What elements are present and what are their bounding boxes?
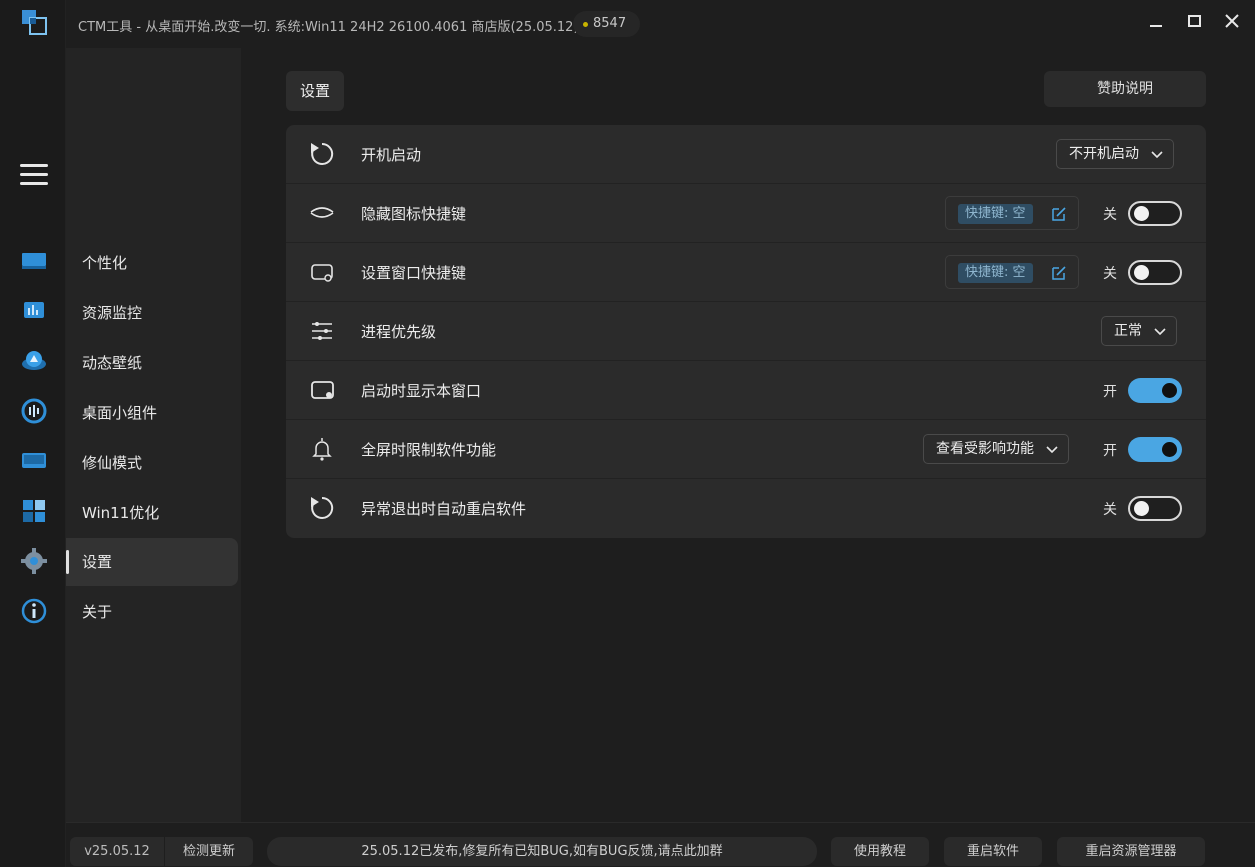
fullscreen-limit-toggle[interactable]	[1128, 437, 1182, 462]
settings-gear-icon[interactable]	[19, 546, 49, 576]
hotkey-value: 快捷键: 空	[958, 263, 1033, 283]
minimize-icon[interactable]	[1141, 8, 1171, 34]
restart-icon	[311, 496, 334, 519]
window-hotkey-icon	[311, 264, 333, 282]
bell-icon	[312, 438, 332, 461]
nav-item-desktop-widgets[interactable]: 桌面小组件	[66, 389, 238, 437]
monitor-chart-icon[interactable]	[19, 296, 49, 326]
chevron-down-icon	[1151, 151, 1163, 159]
nav-item-personalize[interactable]: 个性化	[66, 239, 238, 287]
setting-row-hide-icons-hotkey: 隐藏图标快捷键 快捷键: 空 关	[286, 184, 1206, 243]
tab-settings[interactable]: 设置	[286, 71, 345, 111]
chevron-down-icon	[1046, 446, 1058, 454]
settings-list: 开机启动 不开机启动 隐藏图标快捷键 快捷键: 空 关 设置窗口快捷键 快捷键:…	[286, 125, 1206, 538]
display-icon[interactable]	[19, 246, 49, 276]
nav-item-dynamic-wallpaper[interactable]: 动态壁纸	[66, 339, 238, 387]
title-bar: CTM工具 - 从桌面开始.改变一切. 系统:Win11 24H2 26100.…	[66, 0, 1255, 48]
setting-label: 异常退出时自动重启软件	[361, 500, 527, 518]
startup-icon	[311, 142, 334, 165]
setting-label: 开机启动	[361, 146, 422, 164]
edit-icon[interactable]	[1050, 264, 1068, 282]
menu-icon[interactable]	[20, 164, 48, 188]
version-label: v25.05.12	[70, 837, 164, 866]
close-icon[interactable]	[1217, 8, 1247, 34]
window-dot-icon	[311, 381, 334, 399]
hotkey-field[interactable]: 快捷键: 空	[945, 196, 1079, 230]
nav-item-xiuxian-mode[interactable]: 修仙模式	[66, 439, 238, 487]
hotkey-field[interactable]: 快捷键: 空	[945, 255, 1079, 289]
switch-state-label: 开	[1103, 443, 1117, 459]
restart-app-button[interactable]: 重启软件	[944, 837, 1042, 866]
setting-label: 启动时显示本窗口	[361, 382, 482, 400]
eye-closed-icon	[310, 207, 334, 218]
check-update-button[interactable]: 检测更新	[165, 837, 253, 866]
setting-row-fullscreen-limit: 全屏时限制软件功能 查看受影响功能 开	[286, 420, 1206, 479]
win11-tiles-icon[interactable]	[19, 496, 49, 526]
maximize-icon[interactable]	[1179, 8, 1209, 34]
nav-item-about[interactable]: 关于	[66, 588, 238, 636]
chevron-down-icon	[1154, 328, 1166, 336]
affected-features-select[interactable]: 查看受影响功能	[923, 434, 1069, 464]
edit-icon[interactable]	[1050, 205, 1068, 223]
nav-item-win11-optimize[interactable]: Win11优化	[66, 489, 238, 537]
setting-row-window-hotkey: 设置窗口快捷键 快捷键: 空 关	[286, 243, 1206, 302]
setting-row-show-on-start: 启动时显示本窗口 开	[286, 361, 1206, 420]
nav-item-settings[interactable]: 设置	[66, 538, 238, 586]
footer-bar: v25.05.12 检测更新 25.05.12已发布,修复所有已知BUG,如有B…	[66, 822, 1255, 867]
widget-gauge-icon[interactable]	[19, 396, 49, 426]
sponsor-info-button[interactable]: 赞助说明	[1044, 71, 1206, 107]
main-content: 设置 赞助说明 开机启动 不开机启动 隐藏图标快捷键 快捷键: 空 关 设置窗口…	[241, 48, 1255, 822]
dropdown-value: 查看受影响功能	[936, 441, 1034, 457]
setting-label: 隐藏图标快捷键	[361, 205, 467, 223]
switch-state-label: 关	[1103, 266, 1117, 282]
restart-explorer-button[interactable]: 重启资源管理器	[1057, 837, 1205, 866]
setting-row-auto-restart: 异常退出时自动重启软件 关	[286, 479, 1206, 538]
tutorial-button[interactable]: 使用教程	[831, 837, 929, 866]
nav-item-resource-monitor[interactable]: 资源监控	[66, 289, 238, 337]
window-hotkey-toggle[interactable]	[1128, 260, 1182, 285]
setting-label: 进程优先级	[361, 323, 437, 341]
switch-state-label: 关	[1103, 207, 1117, 223]
about-info-icon[interactable]	[19, 596, 49, 626]
switch-state-label: 关	[1103, 502, 1117, 518]
icon-rail	[0, 0, 66, 867]
process-priority-select[interactable]: 正常	[1101, 316, 1177, 346]
auto-restart-toggle[interactable]	[1128, 496, 1182, 521]
dropdown-value: 不开机启动	[1069, 146, 1139, 162]
dropdown-value: 正常	[1114, 323, 1142, 339]
setting-row-startup: 开机启动 不开机启动	[286, 125, 1206, 184]
nav-panel: 个性化 资源监控 动态壁纸 桌面小组件 修仙模式 Win11优化 设置 关于	[66, 48, 241, 822]
app-logo-icon	[22, 10, 47, 35]
hotkey-value: 快捷键: 空	[958, 204, 1033, 224]
setting-label: 设置窗口快捷键	[361, 264, 467, 282]
coin-count-badge[interactable]: 8547	[573, 11, 641, 37]
hide-icons-hotkey-toggle[interactable]	[1128, 201, 1182, 226]
setting-row-process-priority: 进程优先级 正常	[286, 302, 1206, 361]
sliders-icon	[312, 322, 332, 340]
release-notice-link[interactable]: 25.05.12已发布,修复所有已知BUG,如有BUG反馈,请点此加群	[267, 837, 817, 866]
show-on-start-toggle[interactable]	[1128, 378, 1182, 403]
switch-state-label: 开	[1103, 384, 1117, 400]
setting-label: 全屏时限制软件功能	[361, 441, 497, 459]
wallpaper-icon[interactable]	[19, 346, 49, 376]
mode-screen-icon[interactable]	[19, 446, 49, 476]
startup-mode-select[interactable]: 不开机启动	[1056, 139, 1174, 169]
window-title: CTM工具 - 从桌面开始.改变一切. 系统:Win11 24H2 26100.…	[78, 20, 579, 35]
